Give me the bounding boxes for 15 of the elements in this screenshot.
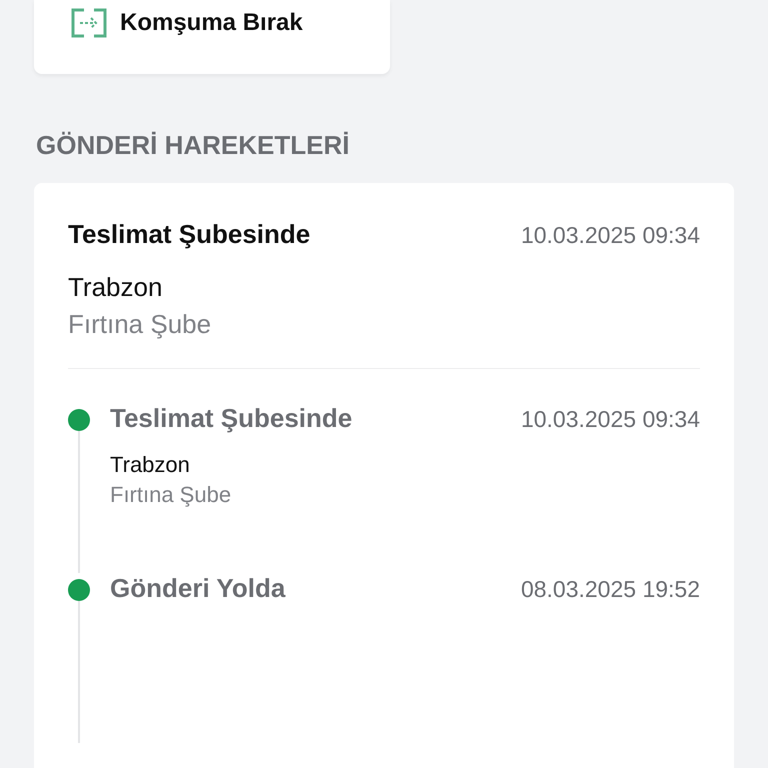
- city-text: Trabzon: [68, 272, 164, 303]
- event-city: Trabzon: [110, 452, 191, 478]
- timeline-dot: [68, 579, 90, 601]
- event-time: 10.03.2025 09:34: [520, 406, 700, 433]
- timeline-dot: [68, 409, 90, 431]
- branch-text: Fırtına Şube: [68, 309, 212, 340]
- transfer-icon: [70, 8, 108, 38]
- status-time: 10.03.2025 09:34: [520, 222, 700, 249]
- current-status: Teslimat Şubesinde: [68, 219, 310, 250]
- event-title: Teslimat Şubesinde: [110, 403, 352, 434]
- event-branch: Fırtına Şube: [110, 482, 232, 508]
- leave-with-neighbor-button[interactable]: Komşuma Bırak: [70, 8, 303, 38]
- section-title: GÖNDERİ HAREKETLERİ: [36, 130, 350, 161]
- event-time: 08.03.2025 19:52: [520, 576, 700, 603]
- event-title: Gönderi Yolda: [110, 573, 286, 604]
